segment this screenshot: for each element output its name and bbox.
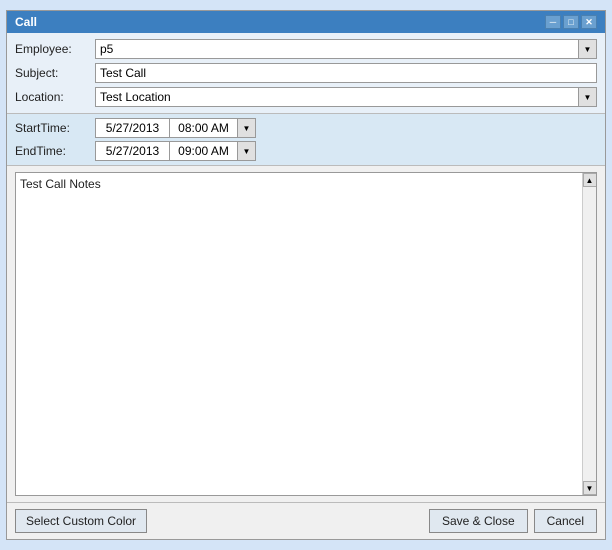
select-custom-color-button[interactable]: Select Custom Color [15,509,147,533]
footer-right: Save & Close Cancel [429,509,597,533]
endtime-dropdown-button[interactable]: ▼ [238,141,256,161]
window-title: Call [15,15,37,29]
starttime-inputs: ▼ [95,118,256,138]
scrollbar-up-button[interactable]: ▲ [583,173,597,187]
employee-dropdown-button[interactable]: ▼ [579,39,597,59]
location-control: ▼ [95,87,597,107]
endtime-inputs: ▼ [95,141,256,161]
endtime-row: EndTime: ▼ [15,141,597,161]
notes-area: Test Call Notes ▲ ▼ [15,172,597,496]
starttime-dropdown-button[interactable]: ▼ [238,118,256,138]
notes-textarea[interactable]: Test Call Notes [16,173,582,495]
scrollbar-track: ▲ ▼ [582,173,596,495]
scrollbar-down-button[interactable]: ▼ [583,481,597,495]
location-label: Location: [15,90,95,104]
form-area: Employee: ▼ Subject: Location: ▼ [7,33,605,114]
title-bar: Call ─ □ ✕ [7,11,605,33]
location-dropdown-wrapper: ▼ [95,87,597,107]
endtime-date-input[interactable] [95,141,170,161]
starttime-time-input[interactable] [170,118,238,138]
location-row: Location: ▼ [15,87,597,107]
employee-row: Employee: ▼ [15,39,597,59]
maximize-button[interactable]: □ [563,15,579,29]
employee-label: Employee: [15,42,95,56]
footer-left: Select Custom Color [15,509,147,533]
location-input[interactable] [95,87,579,107]
starttime-label: StartTime: [15,121,95,135]
employee-dropdown-wrapper: ▼ [95,39,597,59]
location-dropdown-button[interactable]: ▼ [579,87,597,107]
starttime-row: StartTime: ▼ [15,118,597,138]
close-button[interactable]: ✕ [581,15,597,29]
subject-label: Subject: [15,66,95,80]
endtime-time-input[interactable] [170,141,238,161]
endtime-label: EndTime: [15,144,95,158]
subject-control [95,63,597,83]
save-close-button[interactable]: Save & Close [429,509,528,533]
datetime-section: StartTime: ▼ EndTime: ▼ [7,114,605,166]
subject-row: Subject: [15,63,597,83]
minimize-button[interactable]: ─ [545,15,561,29]
cancel-button[interactable]: Cancel [534,509,597,533]
subject-input[interactable] [95,63,597,83]
footer: Select Custom Color Save & Close Cancel [7,502,605,539]
title-bar-controls: ─ □ ✕ [545,15,597,29]
employee-control: ▼ [95,39,597,59]
employee-input[interactable] [95,39,579,59]
starttime-date-input[interactable] [95,118,170,138]
